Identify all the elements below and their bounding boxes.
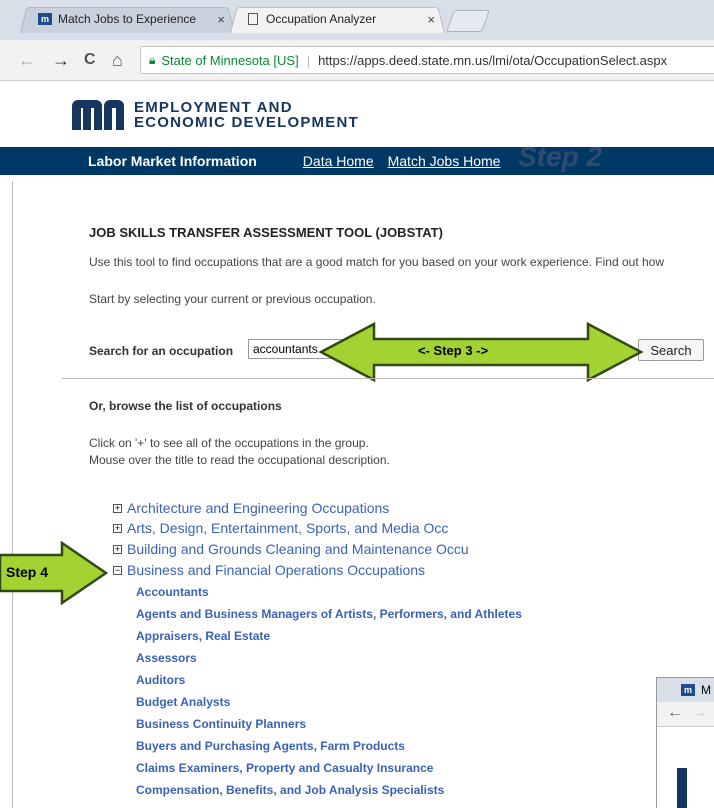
occupation-link[interactable]: Accountants <box>136 585 209 599</box>
popup-logo-fragment <box>677 768 687 808</box>
expand-icon[interactable]: + <box>113 503 122 513</box>
divider <box>62 378 714 379</box>
occupation-link[interactable]: Appraisers, Real Estate <box>136 629 270 643</box>
forward-icon: → <box>691 704 707 721</box>
logo-line-1: EMPLOYMENT AND <box>134 99 293 116</box>
occupation-link[interactable]: Compensation, Benefits, and Job Analysis… <box>136 783 444 797</box>
start-text: Start by selecting your current or previ… <box>89 292 376 306</box>
occupation-link[interactable]: Auditors <box>136 673 185 687</box>
browser-toolbar: ← → C ⌂ 🔒︎ State of Minnesota [US] | htt… <box>0 40 714 81</box>
tab-title: Occupation Analyzer <box>266 12 377 26</box>
browse-heading: Or, browse the list of occupations <box>89 399 282 413</box>
category-architecture[interactable]: + Architecture and Engineering Occupatio… <box>113 500 389 516</box>
tab-match-jobs[interactable]: m Match Jobs to Experience × <box>20 5 235 34</box>
logo-line-2: ECONOMIC DEVELOPMENT <box>134 114 359 131</box>
security-label: State of Minnesota [US] <box>161 52 299 68</box>
category-label[interactable]: Building and Grounds Cleaning and Mainte… <box>127 541 469 557</box>
web-page: EMPLOYMENT AND ECONOMIC DEVELOPMENT Labo… <box>0 81 714 808</box>
address-bar[interactable]: 🔒︎ State of Minnesota [US] | https://app… <box>140 46 714 74</box>
occupation-link[interactable]: Budget Analysts <box>136 695 230 709</box>
lmi-nav-bar: Labor Market Information Data Home Match… <box>0 147 714 175</box>
nav-title: Labor Market Information <box>88 153 257 169</box>
occupation-link[interactable]: Agents and Business Managers of Artists,… <box>136 607 522 621</box>
category-label[interactable]: Business and Financial Operations Occupa… <box>127 562 425 578</box>
category-building[interactable]: + Building and Grounds Cleaning and Main… <box>113 541 469 557</box>
category-business[interactable]: − Business and Financial Operations Occu… <box>113 562 425 578</box>
mn-favicon-icon: m <box>681 684 695 696</box>
expand-icon[interactable]: + <box>113 523 122 533</box>
mn-favicon-icon: m <box>38 13 52 25</box>
home-icon[interactable]: ⌂ <box>112 50 123 70</box>
screenshot: m Match Jobs to Experience × Occupation … <box>0 0 714 808</box>
expand-icon[interactable]: + <box>113 544 122 554</box>
category-label[interactable]: Arts, Design, Entertainment, Sports, and… <box>127 520 448 536</box>
occupation-link[interactable]: Assessors <box>136 651 197 665</box>
occupation-link[interactable]: Claims Examiners, Property and Casualty … <box>136 761 433 775</box>
page-border <box>12 181 13 808</box>
new-tab-button[interactable] <box>445 10 491 32</box>
lock-icon: 🔒︎ <box>149 52 156 67</box>
tab-title: Match Jobs to Experience <box>58 12 197 26</box>
back-icon[interactable]: ← <box>18 50 36 70</box>
reload-icon[interactable]: C <box>84 50 96 70</box>
page-title: JOB SKILLS TRANSFER ASSESSMENT TOOL (JOB… <box>89 225 443 240</box>
search-button[interactable]: Search <box>638 339 704 361</box>
forward-icon[interactable]: → <box>52 50 70 70</box>
document-icon <box>248 13 258 25</box>
step-2-annotation: Step 2 <box>518 141 603 172</box>
data-home-link[interactable]: Data Home <box>303 153 374 169</box>
deed-logo[interactable]: EMPLOYMENT AND ECONOMIC DEVELOPMENT <box>72 95 359 135</box>
popup-tab-title: M <box>701 683 711 697</box>
match-jobs-home-link[interactable]: Match Jobs Home <box>388 153 501 169</box>
occupation-link[interactable]: Business Continuity Planners <box>136 717 306 731</box>
help-text-1: Click on '+' to see all of the occupatio… <box>89 436 369 450</box>
occupation-link[interactable]: Buyers and Purchasing Agents, Farm Produ… <box>136 739 405 753</box>
url-text: https://apps.deed.state.mn.us/lmi/ota/Oc… <box>318 52 668 68</box>
popup-toolbar: ← → <box>657 702 714 727</box>
logo-text: EMPLOYMENT AND ECONOMIC DEVELOPMENT <box>134 100 359 130</box>
close-icon[interactable]: × <box>427 12 435 27</box>
tab-occupation-analyzer[interactable]: Occupation Analyzer × <box>230 5 445 34</box>
back-icon: ← <box>667 704 683 721</box>
overlapping-browser-window: m M ← → <box>656 677 714 808</box>
close-icon[interactable]: × <box>217 12 225 27</box>
collapse-icon[interactable]: − <box>113 565 122 575</box>
mn-logo-icon <box>72 100 124 130</box>
popup-tab-strip: m M <box>657 678 714 702</box>
intro-text: Use this tool to find occupations that a… <box>89 255 664 269</box>
step-4-label: Step 4 <box>6 564 49 580</box>
category-arts[interactable]: + Arts, Design, Entertainment, Sports, a… <box>113 520 448 536</box>
help-text-2: Mouse over the title to read the occupat… <box>89 453 390 467</box>
search-label: Search for an occupation <box>89 344 234 358</box>
tab-strip: m Match Jobs to Experience × Occupation … <box>0 0 714 40</box>
category-label[interactable]: Architecture and Engineering Occupations <box>127 500 389 516</box>
address-separator: | <box>306 52 311 68</box>
step-3-label: <- Step 3 -> <box>418 343 489 358</box>
